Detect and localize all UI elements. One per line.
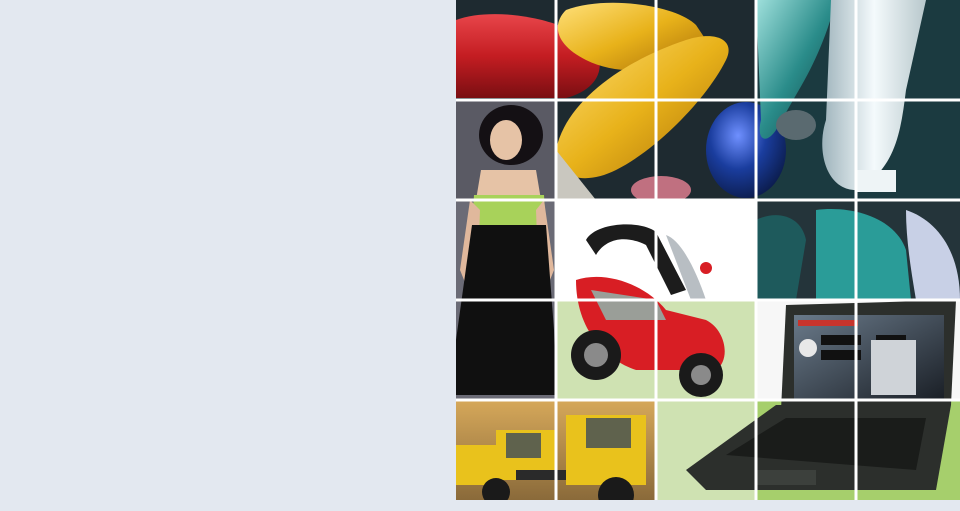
bottom-strip xyxy=(0,500,960,511)
fashion-model-photo xyxy=(456,100,556,400)
photo-mosaic xyxy=(456,0,960,500)
teal-bottles-photo xyxy=(756,200,960,300)
mosaic-collage xyxy=(456,0,960,500)
left-blank-panel xyxy=(0,0,456,511)
